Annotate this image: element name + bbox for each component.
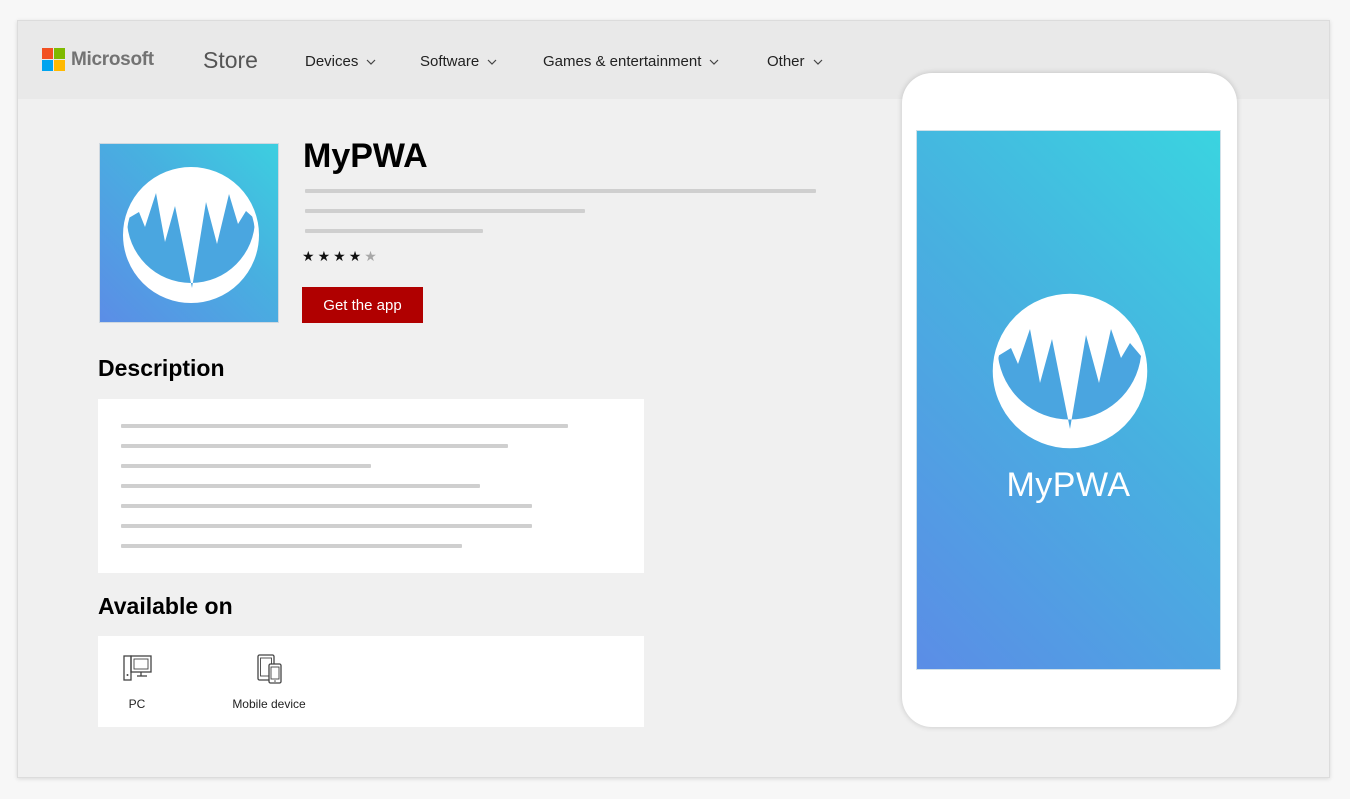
- nav-item-label: Software: [420, 53, 480, 70]
- star-icon: ★: [348, 248, 365, 264]
- description-placeholder-line: [121, 424, 568, 428]
- splash-app-name: MyPWA: [1006, 466, 1131, 504]
- device-mobile: Mobile device: [222, 653, 316, 711]
- chevron-down-icon: [709, 59, 719, 65]
- nav-item-software[interactable]: Software: [420, 53, 497, 70]
- splash-screen: MyPWA: [916, 130, 1221, 670]
- nav-item-other[interactable]: Other: [767, 53, 823, 70]
- available-on-card: PC Mobile device: [98, 636, 644, 727]
- get-the-app-button[interactable]: Get the app: [302, 287, 423, 323]
- subtitle-placeholder-line: [305, 209, 585, 213]
- store-label[interactable]: Store: [203, 47, 258, 74]
- nav-item-devices[interactable]: Devices: [305, 53, 376, 70]
- icicle-logo-icon: [123, 167, 259, 303]
- brand-name: Microsoft: [71, 48, 154, 70]
- star-rating: ★★★★★: [302, 248, 380, 265]
- description-card: [98, 399, 644, 573]
- app-icon: [99, 143, 279, 323]
- app-title: MyPWA: [303, 137, 428, 175]
- nav-item-label: Devices: [305, 53, 359, 70]
- nav-item-games-entertainment[interactable]: Games & entertainment: [543, 53, 719, 70]
- phone-mockup: MyPWA: [902, 73, 1237, 727]
- description-placeholder-line: [121, 504, 532, 508]
- chevron-down-icon: [366, 59, 376, 65]
- chevron-down-icon: [813, 59, 822, 65]
- device-pc: PC: [120, 653, 154, 711]
- description-heading: Description: [98, 355, 225, 381]
- nav-item-label: Games & entertainment: [543, 53, 702, 70]
- microsoft-logo[interactable]: Microsoft: [42, 48, 154, 71]
- device-label: Mobile device: [232, 697, 306, 711]
- description-placeholder-line: [121, 544, 462, 548]
- description-placeholder-line: [121, 464, 371, 468]
- description-placeholder-line: [121, 524, 532, 528]
- available-on-heading: Available on: [98, 593, 233, 619]
- star-icon: ★: [317, 248, 334, 264]
- icicle-logo-icon: [992, 293, 1148, 449]
- subtitle-placeholder-line: [305, 229, 483, 233]
- star-empty-icon: ★: [364, 248, 380, 264]
- subtitle-placeholder-line: [305, 189, 816, 193]
- device-label: PC: [128, 697, 146, 711]
- store-window: Microsoft Store Devices Software Games &…: [17, 20, 1330, 778]
- description-placeholder-line: [121, 484, 480, 488]
- microsoft-logo-icon: [42, 48, 65, 71]
- star-icon: ★: [302, 248, 318, 264]
- mobile-device-icon: [257, 654, 282, 684]
- star-icon: ★: [333, 248, 349, 264]
- pc-icon: [123, 655, 152, 681]
- description-placeholder-line: [121, 444, 508, 448]
- chevron-down-icon: [487, 59, 497, 65]
- nav-item-label: Other: [767, 53, 805, 70]
